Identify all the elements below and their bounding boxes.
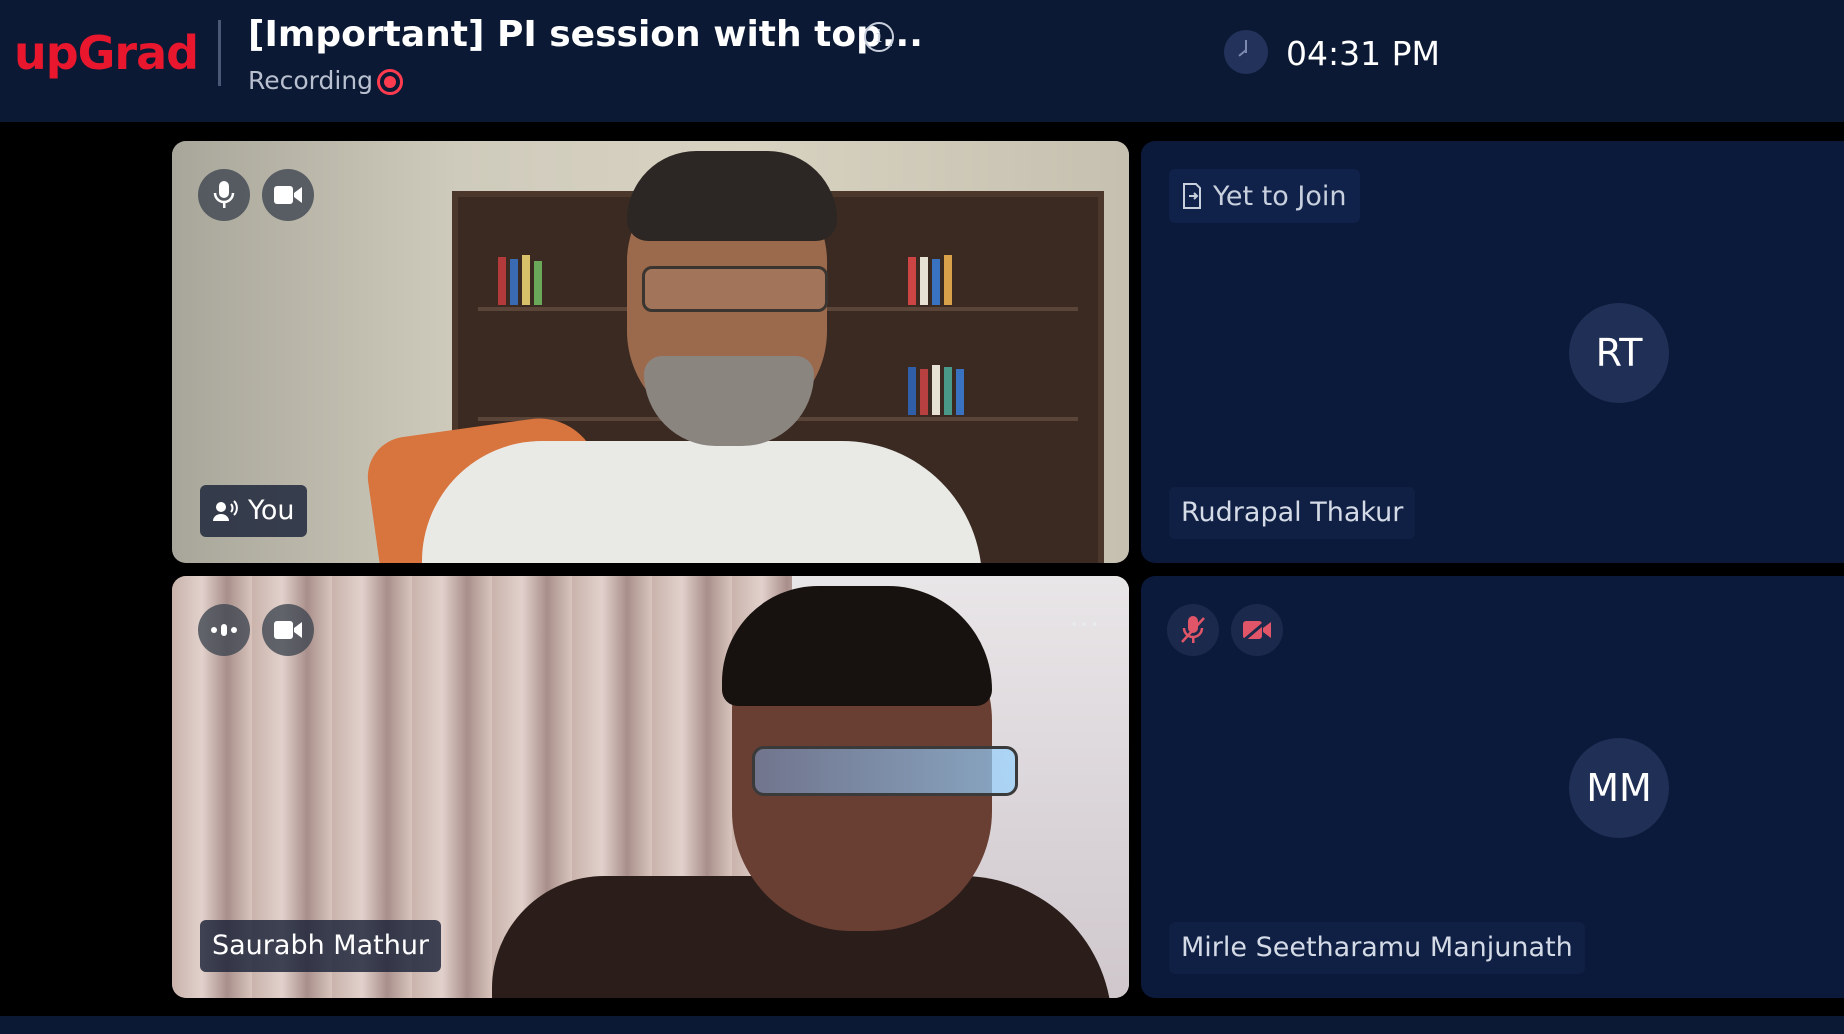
participant-tile-you[interactable]: You (172, 141, 1129, 563)
video-feed-person-hair (627, 151, 837, 241)
top-bar: upGrad [Important] PI session with top..… (0, 0, 1844, 122)
participant-tile-mirle-seetharamu-manjunath[interactable]: MM Mirle Seetharamu Manjunath (1141, 576, 1844, 998)
info-icon[interactable]: i (864, 22, 894, 52)
participant-name: You (248, 495, 295, 526)
video-camera-icon (274, 186, 302, 204)
participant-name-tag: You (200, 485, 307, 537)
avatar: RT (1569, 303, 1669, 403)
avatar: MM (1569, 738, 1669, 838)
bottom-toolbar-edge (0, 1016, 1844, 1034)
recording-indicator-icon (377, 69, 403, 95)
audio-activity-button[interactable] (198, 604, 250, 656)
microphone-button[interactable] (198, 169, 250, 221)
more-options-button[interactable]: ··· (1070, 610, 1101, 640)
participant-tile-rudrapal-thakur[interactable]: Yet to Join RT Rudrapal Thakur (1141, 141, 1844, 563)
camera-off-button[interactable] (1231, 604, 1283, 656)
speaker-icon (213, 500, 238, 521)
header-divider (218, 20, 221, 86)
video-feed-glasses (752, 746, 1018, 796)
participant-name: Mirle Seetharamu Manjunath (1169, 922, 1585, 974)
participant-tile-saurabh-mathur[interactable]: ··· Saurabh Mathur (172, 576, 1129, 998)
video-camera-off-icon (1242, 617, 1271, 643)
microphone-icon (213, 181, 235, 208)
recording-label: Recording (248, 66, 374, 95)
participant-name: Rudrapal Thakur (1169, 487, 1416, 539)
video-camera-icon (274, 621, 302, 639)
participant-name: Saurabh Mathur (200, 920, 442, 972)
microphone-muted-icon (1181, 616, 1205, 643)
clock-time: 04:31 PM (1286, 34, 1440, 73)
join-door-icon (1183, 183, 1201, 209)
camera-button[interactable] (262, 169, 314, 221)
yet-to-join-label: Yet to Join (1213, 180, 1347, 212)
upgrad-logo: upGrad (14, 26, 199, 80)
camera-button[interactable] (262, 604, 314, 656)
session-title: [Important] PI session with top... (248, 14, 923, 55)
clock-icon (1224, 30, 1268, 74)
video-feed-glasses (642, 266, 828, 312)
yet-to-join-badge: Yet to Join (1169, 169, 1361, 223)
audio-activity-icon (211, 624, 237, 636)
video-feed-person-body (422, 441, 982, 563)
microphone-muted-button[interactable] (1167, 604, 1219, 656)
